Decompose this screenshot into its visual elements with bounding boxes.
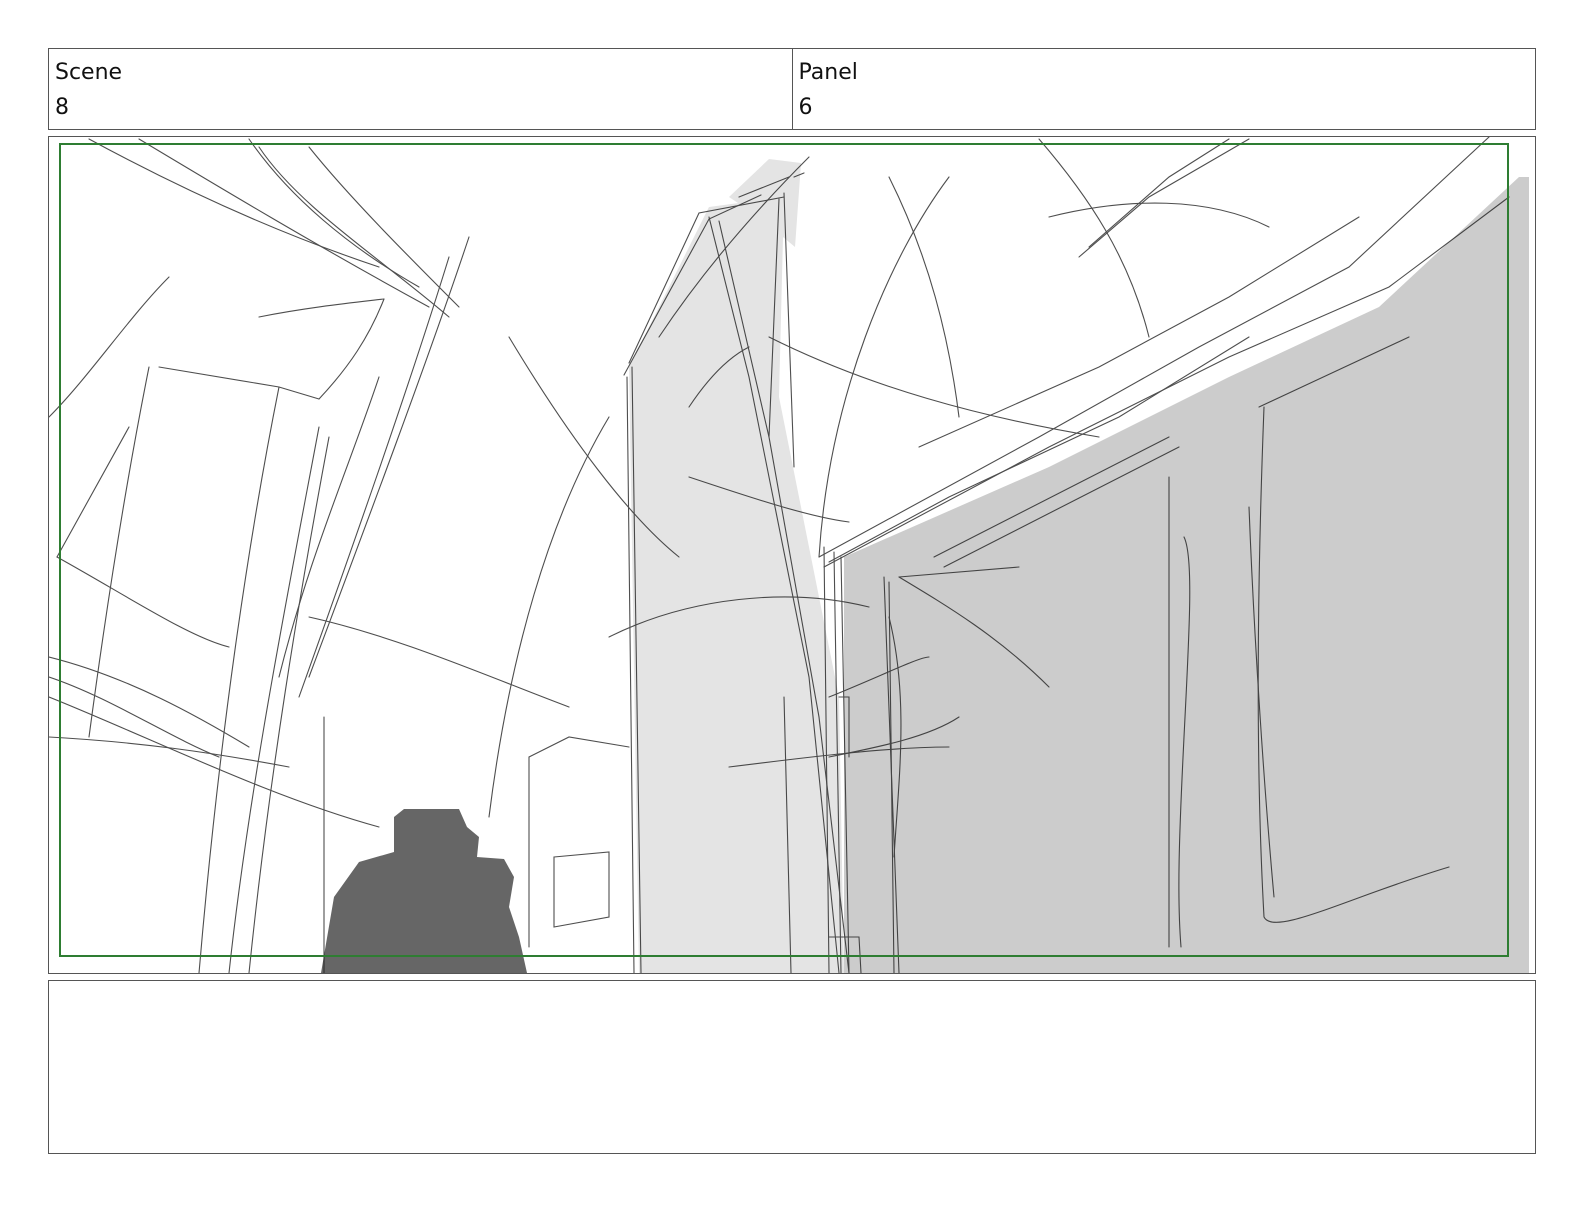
- scene-cell: Scene 8: [49, 49, 792, 129]
- storyboard-sketch: [49, 137, 1529, 973]
- panel-number[interactable]: 6: [799, 90, 1530, 125]
- panel-label: Panel: [798, 60, 858, 85]
- scene-number[interactable]: 8: [55, 90, 786, 125]
- storyboard-header: Scene 8 Panel 6: [48, 48, 1536, 130]
- right-building-shape: [844, 177, 1529, 973]
- foreground-figure-shape: [321, 809, 527, 973]
- notes-box[interactable]: [48, 980, 1536, 1154]
- scene-label: Scene: [55, 60, 123, 85]
- storyboard-panel-frame: [48, 136, 1536, 974]
- panel-cell: Panel 6: [791, 49, 1536, 129]
- central-pillar-shape: [629, 197, 844, 973]
